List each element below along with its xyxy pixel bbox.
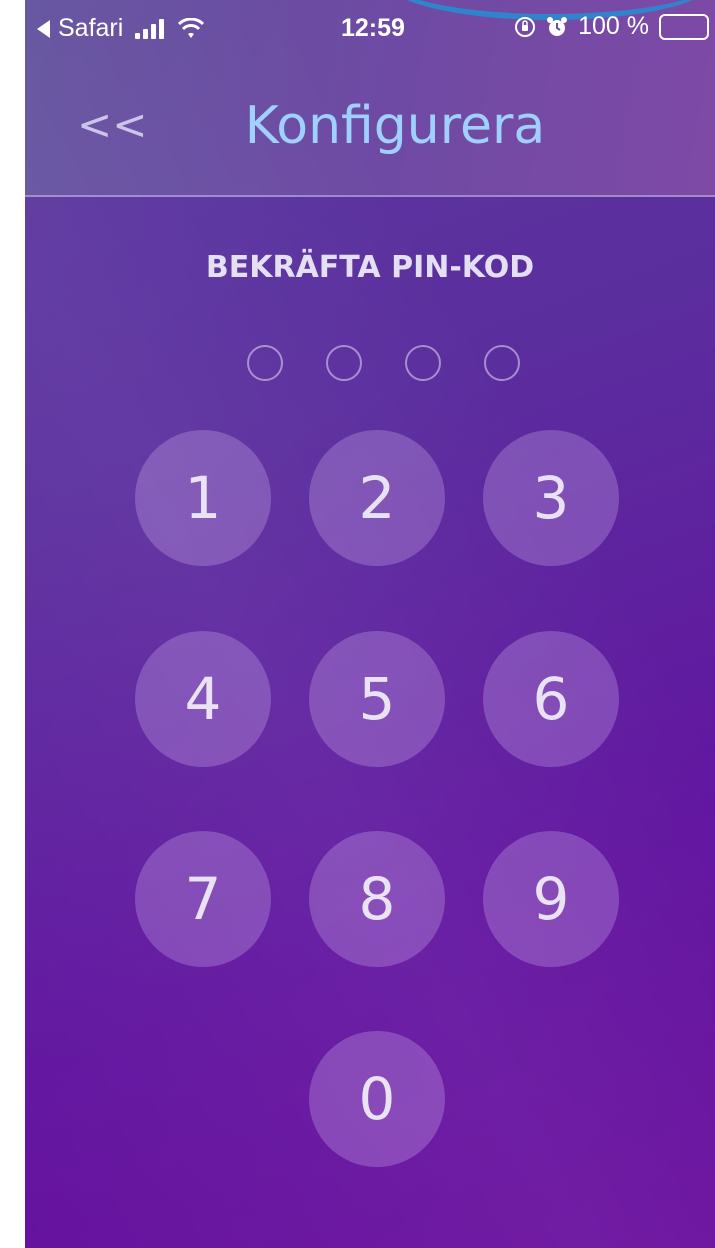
key-3[interactable]: 3 (483, 430, 619, 566)
key-6[interactable]: 6 (483, 631, 619, 767)
status-left: Safari (37, 14, 205, 43)
key-2[interactable]: 2 (309, 430, 445, 566)
app-background: Safari 12:59 100 % << Konfigurera BEKRÄF… (25, 0, 715, 1248)
header: Safari 12:59 100 % << Konfigurera (25, 0, 715, 197)
alarm-icon (547, 16, 568, 36)
pin-heading: BEKRÄFTA PIN-KOD (205, 250, 535, 285)
key-4[interactable]: 4 (135, 631, 271, 767)
status-time: 12:59 (341, 14, 405, 42)
pin-dot (405, 345, 441, 381)
pin-dot (247, 345, 283, 381)
back-arrow-icon[interactable] (37, 19, 50, 38)
page-title: Konfigurera (244, 96, 546, 156)
back-app-label[interactable]: Safari (58, 14, 123, 43)
back-button[interactable]: << (77, 95, 147, 155)
key-5[interactable]: 5 (309, 631, 445, 767)
battery-icon (659, 13, 709, 40)
status-right: 100 % (514, 12, 709, 41)
key-0[interactable]: 0 (309, 1031, 445, 1167)
orientation-lock-icon (515, 16, 536, 37)
key-1[interactable]: 1 (135, 430, 271, 566)
battery-percent: 100 % (578, 12, 649, 40)
status-bar: Safari 12:59 100 % (25, 0, 715, 58)
pin-dot (326, 345, 362, 381)
screen: Safari 12:59 100 % << Konfigurera BEKRÄF… (0, 0, 715, 1248)
signal-icon (135, 18, 165, 39)
key-7[interactable]: 7 (135, 831, 271, 967)
pin-dot (484, 345, 520, 381)
key-9[interactable]: 9 (483, 831, 619, 967)
corner-swoosh (385, 0, 715, 20)
key-8[interactable]: 8 (309, 831, 445, 967)
wifi-icon (178, 17, 205, 38)
pin-indicator (247, 345, 520, 381)
